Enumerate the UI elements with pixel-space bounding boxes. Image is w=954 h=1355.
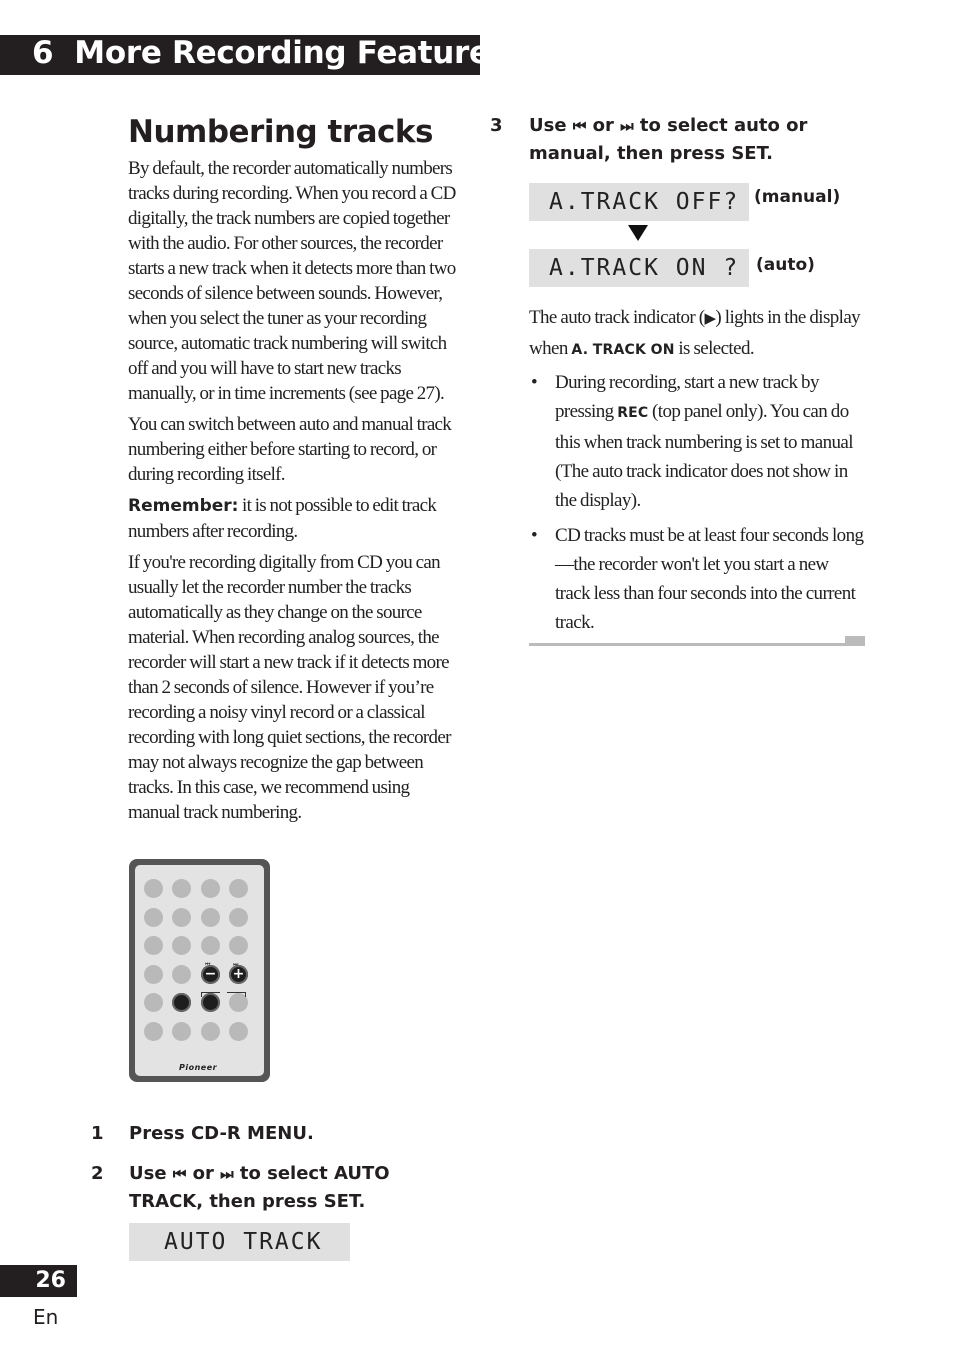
chapter-number: 6 bbox=[32, 35, 54, 71]
remote-face: Pioneer − + ⏮ ⏭ bbox=[135, 865, 264, 1076]
remote-button bbox=[201, 936, 220, 955]
remote-button bbox=[229, 879, 248, 898]
remote-button bbox=[201, 908, 220, 927]
page-number: 26 bbox=[35, 1268, 66, 1293]
remote-button bbox=[172, 908, 191, 927]
digital-paragraph: If you're recording digitally from CD yo… bbox=[128, 552, 451, 823]
remote-next-button: + bbox=[229, 965, 248, 984]
remote-button bbox=[172, 965, 191, 984]
step-number: 1 bbox=[91, 1123, 104, 1144]
section-title: Numbering tracks bbox=[128, 114, 433, 150]
step-text: Press CD-R MENU. bbox=[129, 1123, 314, 1144]
chapter-title: 6 More Recording Features bbox=[32, 36, 508, 70]
remote-button bbox=[229, 1022, 248, 1041]
switch-paragraph: You can switch between auto and manual t… bbox=[128, 414, 452, 485]
display-auto-track: AUTO TRACK bbox=[129, 1223, 350, 1261]
indicator-paragraph: The auto track indicator (▶) lights in t… bbox=[529, 307, 861, 359]
auto-label: (auto) bbox=[756, 255, 815, 275]
intro-paragraph: By default, the recorder automatically n… bbox=[128, 158, 456, 404]
remote-button bbox=[172, 936, 191, 955]
step-number: 3 bbox=[490, 115, 503, 136]
notes-list: • During recording, start a new track by… bbox=[529, 368, 865, 643]
a-track-on-label: A. TRACK ON bbox=[571, 342, 675, 358]
minus-icon: − bbox=[204, 966, 217, 982]
next-track-icon: ⏭ bbox=[220, 1165, 234, 1183]
remote-control-illustration: Pioneer − + ⏮ ⏭ bbox=[129, 859, 270, 1082]
remote-prev-button: − bbox=[201, 965, 220, 984]
remote-button bbox=[172, 1022, 191, 1041]
section-end-rule bbox=[529, 643, 845, 646]
bullet-icon: • bbox=[531, 372, 538, 393]
left-column: By default, the recorder automatically n… bbox=[128, 156, 464, 831]
remember-label: Remember: bbox=[128, 496, 239, 516]
button-group-bracket bbox=[227, 992, 246, 997]
prev-track-icon: ⏮ bbox=[572, 117, 587, 135]
chapter-title-text: More Recording Features bbox=[74, 35, 508, 71]
display-track-on: A.TRACK ON ? bbox=[529, 249, 749, 287]
remote-button bbox=[229, 908, 248, 927]
step-number: 2 bbox=[91, 1163, 104, 1184]
plus-icon: + bbox=[232, 966, 245, 982]
remote-button bbox=[144, 908, 163, 927]
prev-track-icon: ⏮ bbox=[172, 1165, 187, 1183]
remote-button bbox=[201, 1022, 220, 1041]
manual-label: (manual) bbox=[754, 187, 841, 207]
skip-forward-icon: ⏭ bbox=[233, 961, 239, 968]
remote-button bbox=[144, 993, 163, 1012]
remote-button bbox=[201, 879, 220, 898]
display-track-off: A.TRACK OFF? bbox=[529, 183, 749, 221]
button-group-bracket bbox=[201, 992, 220, 997]
step-text: Use ⏮ or ⏭ to select auto or manual, the… bbox=[529, 115, 808, 164]
rec-button-label: REC bbox=[617, 405, 649, 421]
remote-button bbox=[172, 879, 191, 898]
step-text: Use ⏮ or ⏭ to select AUTO TRACK, then pr… bbox=[129, 1163, 390, 1212]
language-code: En bbox=[33, 1305, 59, 1329]
remote-button bbox=[144, 1022, 163, 1041]
bullet-icon: • bbox=[531, 525, 538, 546]
remote-highlighted-button bbox=[172, 993, 191, 1012]
next-track-icon: ⏭ bbox=[620, 117, 634, 135]
remote-button bbox=[144, 879, 163, 898]
auto-track-flag-icon: ▶ bbox=[704, 311, 716, 327]
remote-button bbox=[229, 936, 248, 955]
remote-button bbox=[144, 965, 163, 984]
note-item: • During recording, start a new track by… bbox=[529, 368, 865, 515]
remote-button bbox=[144, 936, 163, 955]
note-item: • CD tracks must be at least four second… bbox=[529, 521, 865, 637]
skip-back-icon: ⏮ bbox=[205, 961, 211, 968]
section-end-marker bbox=[845, 636, 865, 646]
pioneer-logo: Pioneer bbox=[179, 1063, 218, 1072]
down-arrow-icon bbox=[628, 225, 648, 241]
remember-note: Remember: it is not possible to edit tra… bbox=[128, 493, 464, 544]
